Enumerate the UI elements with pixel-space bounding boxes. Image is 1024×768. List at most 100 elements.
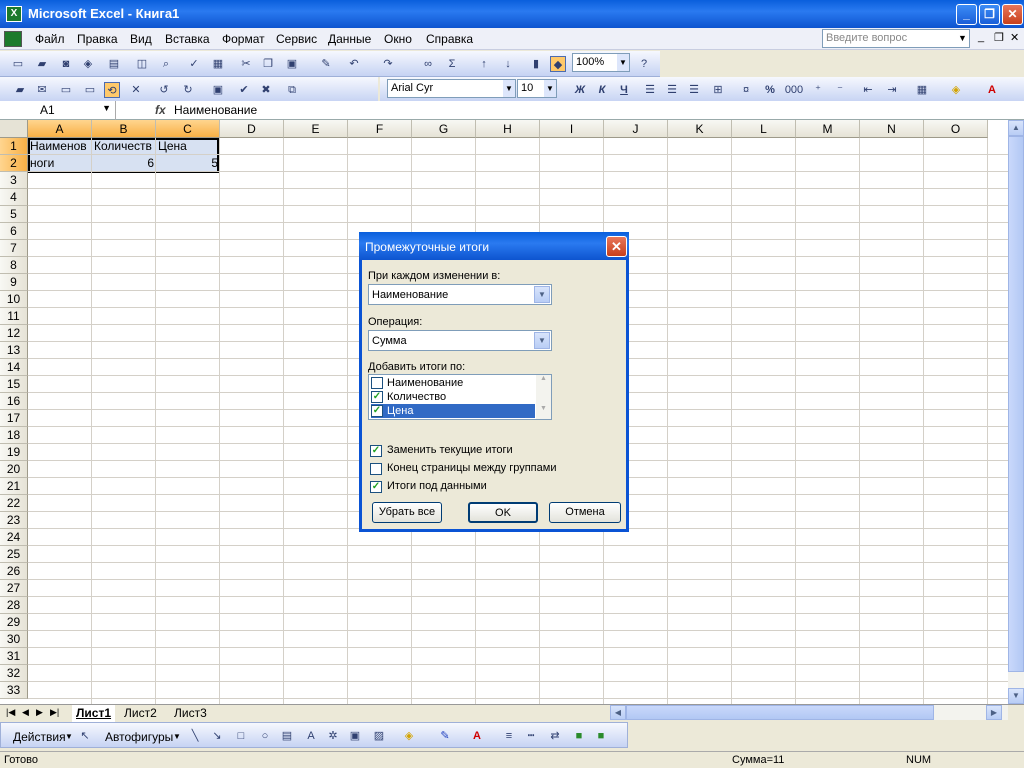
row-header-14[interactable]: 14 (0, 359, 28, 376)
select-all-corner[interactable] (0, 120, 28, 138)
copy-icon[interactable]: ❐ (260, 56, 276, 72)
menu-tools[interactable]: Сервис (276, 32, 317, 46)
column-header-k[interactable]: K (668, 120, 732, 138)
chevron-down-icon[interactable]: ▼ (173, 732, 181, 741)
align-right-icon[interactable]: ☰ (686, 82, 702, 98)
horizontal-scrollbar[interactable]: ◀ ▶ (610, 705, 1008, 720)
previous-change-icon[interactable]: ↺ (156, 82, 172, 98)
3d-icon[interactable]: ■ (593, 728, 609, 744)
column-header-d[interactable]: D (220, 120, 284, 138)
open-icon[interactable]: ▰ (34, 56, 50, 72)
cell-c1[interactable]: Цена (156, 138, 220, 154)
hyperlink-icon[interactable]: ∞ (420, 56, 436, 72)
chevron-down-icon[interactable]: ▼ (65, 732, 73, 741)
doc-close-button[interactable]: ✕ (1010, 31, 1019, 44)
menu-help[interactable]: Справка (426, 32, 473, 46)
cell-c2[interactable]: 5 (156, 155, 220, 171)
currency-icon[interactable]: ¤ (738, 82, 754, 98)
sheet-tab-3[interactable]: Лист3 (170, 705, 211, 722)
sort-descending-icon[interactable]: ↓ (500, 56, 516, 72)
chevron-down-icon[interactable]: ▼ (617, 54, 629, 71)
review-icon[interactable]: ▣ (210, 82, 226, 98)
reject-change-icon[interactable]: ✖ (258, 82, 274, 98)
comment-icon[interactable]: ▭ (58, 82, 74, 98)
rectangle-icon[interactable]: □ (233, 728, 249, 744)
row-header-1[interactable]: 1 (0, 138, 28, 155)
chevron-down-icon[interactable]: ▼ (503, 80, 515, 97)
decrease-decimal-icon[interactable]: ⁻ (832, 82, 848, 98)
column-header-j[interactable]: J (604, 120, 668, 138)
row-header-15[interactable]: 15 (0, 376, 28, 393)
save-icon[interactable]: ◙ (58, 56, 74, 72)
font-name-select[interactable]: Arial Cyr ▼ (387, 79, 516, 98)
name-box[interactable]: A1 ▼ (0, 101, 116, 120)
select-objects-icon[interactable]: ↖ (77, 728, 93, 744)
option-row[interactable]: Конец страницы между группами (370, 462, 556, 476)
column-header-e[interactable]: E (284, 120, 348, 138)
column-header-b[interactable]: B (92, 120, 156, 138)
row-header-32[interactable]: 32 (0, 665, 28, 682)
formula-input[interactable]: Наименование (174, 103, 257, 117)
dash-style-icon[interactable]: ┅ (523, 728, 539, 744)
font-size-select[interactable]: 10 ▼ (517, 79, 557, 98)
column-header-f[interactable]: F (348, 120, 412, 138)
row-header-2[interactable]: 2 (0, 155, 28, 172)
list-scrollbar[interactable]: ▲ ▼ (536, 375, 551, 419)
row-header-10[interactable]: 10 (0, 291, 28, 308)
next-sheet-icon[interactable]: ▶ (36, 707, 43, 718)
permission-icon[interactable]: ◈ (80, 56, 96, 72)
option-row[interactable]: ✓ Заменить текущие итоги (370, 444, 513, 458)
menu-insert[interactable]: Вставка (165, 32, 210, 46)
menu-format[interactable]: Формат (222, 32, 265, 46)
row-header-11[interactable]: 11 (0, 308, 28, 325)
line-style-icon[interactable]: ≡ (501, 728, 517, 744)
increase-indent-icon[interactable]: ⇥ (884, 82, 900, 98)
row-header-31[interactable]: 31 (0, 648, 28, 665)
cell-b2[interactable]: 6 (92, 155, 156, 171)
vertical-scroll-thumb[interactable] (1008, 136, 1024, 672)
dialog-title-bar[interactable]: Промежуточные итоги ✕ (359, 232, 629, 260)
option-checkbox-1[interactable] (370, 463, 382, 475)
chevron-down-icon[interactable]: ▼ (534, 286, 550, 303)
chevron-down-icon[interactable]: ▼ (102, 103, 111, 113)
row-header-3[interactable]: 3 (0, 172, 28, 189)
cut-icon[interactable]: ✂ (238, 56, 254, 72)
change-field-select[interactable]: Наименование ▼ (368, 284, 552, 305)
sheet-tab-1[interactable]: Лист1 (72, 705, 116, 722)
arrow-style-icon[interactable]: ⇄ (547, 728, 563, 744)
list-checkbox-0[interactable] (371, 377, 383, 389)
row-header-9[interactable]: 9 (0, 274, 28, 291)
row-header-17[interactable]: 17 (0, 410, 28, 427)
row-header-19[interactable]: 19 (0, 444, 28, 461)
cancel-button[interactable]: Отмена (549, 502, 621, 523)
print-preview-icon[interactable]: ◫ (134, 56, 150, 72)
clipart-icon[interactable]: ▣ (347, 728, 363, 744)
option-checkbox-2[interactable]: ✓ (370, 481, 382, 493)
vertical-scrollbar[interactable]: ▲ ▼ (1008, 120, 1024, 704)
row-header-23[interactable]: 23 (0, 512, 28, 529)
autosum-icon[interactable]: Σ (444, 56, 460, 72)
borders-icon[interactable]: ▦ (914, 82, 930, 98)
prev-sheet-icon[interactable]: ◀ (22, 707, 29, 718)
row-header-6[interactable]: 6 (0, 223, 28, 240)
row-header-24[interactable]: 24 (0, 529, 28, 546)
paste-icon[interactable]: ▣ (284, 56, 300, 72)
undo-icon[interactable]: ↶ (346, 56, 362, 72)
ok-button[interactable]: OK (468, 502, 538, 523)
row-header-20[interactable]: 20 (0, 461, 28, 478)
oval-icon[interactable]: ○ (257, 728, 273, 744)
textbox-icon[interactable]: ▤ (279, 728, 295, 744)
magnifier-icon[interactable]: ⌕ (158, 56, 174, 72)
scroll-down-icon[interactable]: ▼ (536, 405, 551, 419)
chevron-down-icon[interactable]: ▼ (956, 30, 969, 47)
row-header-28[interactable]: 28 (0, 597, 28, 614)
help-icon[interactable]: ? (636, 56, 652, 72)
column-header-a[interactable]: A (28, 120, 92, 138)
align-center-icon[interactable]: ☰ (664, 82, 680, 98)
row-header-12[interactable]: 12 (0, 325, 28, 342)
decrease-indent-icon[interactable]: ⇤ (860, 82, 876, 98)
share-icon[interactable]: ⧉ (284, 82, 300, 98)
remove-all-button[interactable]: Убрать все (372, 502, 442, 523)
picture-icon[interactable]: ▨ (371, 728, 387, 744)
option-row[interactable]: ✓ Итоги под данными (370, 480, 487, 494)
